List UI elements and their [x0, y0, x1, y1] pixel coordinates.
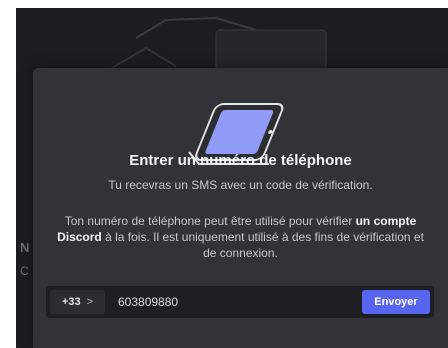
phone-number-input[interactable] — [118, 286, 338, 318]
country-code-label: +33 — [61, 296, 81, 308]
description-text: à la fois. Il est uniquement utilisé à d… — [101, 230, 424, 260]
country-code-button[interactable]: +33 > — [50, 290, 105, 314]
description-text: Ton numéro de téléphone peut être utilis… — [64, 214, 356, 228]
modal-title: Entrer un numéro de téléphone — [129, 152, 352, 169]
phone-verification-modal: Entrer un numéro de téléphone Tu recevra… — [33, 68, 448, 348]
phone-input-row: +33 > Envoyer — [46, 286, 434, 318]
modal-description: Ton numéro de téléphone peut être utilis… — [51, 213, 430, 261]
chevron-right-icon: > — [86, 296, 94, 308]
send-button[interactable]: Envoyer — [362, 290, 430, 314]
background-text: C — [20, 264, 29, 278]
modal-subtitle: Tu recevras un SMS avec un code de vérif… — [108, 178, 373, 192]
background-text: N — [20, 240, 30, 255]
